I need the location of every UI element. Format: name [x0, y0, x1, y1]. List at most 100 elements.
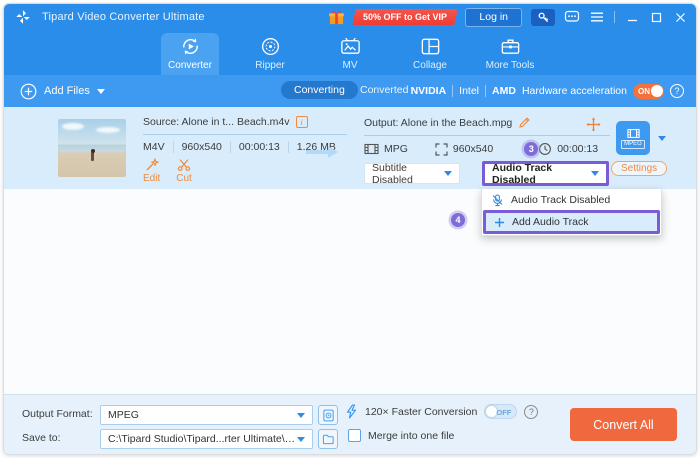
add-files-button[interactable]: Add Files	[20, 75, 105, 107]
window-controls	[627, 12, 686, 23]
feedback-icon[interactable]	[564, 9, 580, 25]
subtitle-dropdown[interactable]: Subtitle Disabled	[364, 161, 460, 186]
intel-label: Intel	[459, 85, 480, 97]
minimize-icon[interactable]	[627, 12, 638, 23]
merge-checkbox[interactable]	[348, 429, 361, 442]
converting-tab[interactable]: Converting	[281, 81, 358, 99]
converter-icon	[182, 38, 198, 55]
add-files-label: Add Files	[44, 85, 90, 97]
tab-ripper[interactable]: Ripper	[241, 33, 299, 75]
output-format-select[interactable]: MPEG	[100, 405, 313, 425]
output-profile-button[interactable]: MPEG	[616, 121, 650, 155]
edit-button[interactable]: Edit	[143, 158, 160, 184]
menu-item-label: Audio Track Disabled	[511, 194, 611, 206]
source-resolution: 960x540	[182, 141, 231, 153]
mv-icon	[340, 37, 360, 54]
expand-corners-icon	[435, 142, 448, 156]
subtitle-dropdown-value: Subtitle Disabled	[372, 161, 413, 186]
converted-tab[interactable]: Converted	[360, 84, 408, 96]
move-arrows-icon[interactable]	[586, 117, 601, 132]
film-strip-icon	[626, 128, 640, 138]
tab-more-tools-label: More Tools	[485, 60, 535, 71]
ripper-icon	[261, 37, 279, 56]
main-tabs: Converter Ripper MV Collage More Tools	[4, 30, 696, 75]
cut-label: Cut	[176, 173, 192, 184]
output-format-value: MPEG	[108, 409, 139, 421]
profile-settings-button[interactable]	[318, 405, 338, 425]
tab-ripper-label: Ripper	[255, 60, 285, 71]
help-icon[interactable]: ?	[670, 84, 684, 98]
hw-divider	[452, 85, 454, 97]
chevron-down-icon	[297, 436, 305, 442]
more-tools-icon	[501, 39, 519, 54]
media-file-row[interactable]: Source: Alone in t... Beach.m4v i M4V 96…	[4, 107, 696, 189]
hw-divider	[485, 85, 487, 97]
scissors-icon	[177, 159, 191, 172]
output-format-label: Output Format:	[22, 408, 93, 420]
help-icon[interactable]: ?	[524, 404, 539, 419]
save-to-select[interactable]: C:\Tipard Studio\Tipard...rter Ultimate\…	[100, 429, 313, 449]
divider	[364, 135, 610, 136]
source-duration: 00:00:13	[239, 141, 289, 153]
convert-all-button[interactable]: Convert All	[570, 408, 677, 441]
tab-more-tools[interactable]: More Tools	[481, 33, 539, 75]
gift-icon[interactable]	[328, 9, 345, 26]
chevron-down-icon	[96, 88, 105, 94]
vip-offer-badge[interactable]: 50% OFF to Get VIP	[352, 9, 459, 25]
tab-converter[interactable]: Converter	[161, 33, 219, 75]
profile-format-label: MPEG	[621, 139, 645, 149]
chevron-down-icon[interactable]	[658, 136, 666, 141]
tab-collage-label: Collage	[413, 60, 447, 71]
settings-button[interactable]: Settings	[611, 161, 668, 176]
output-meta: MPG 960x540 3 00:00:13	[364, 142, 614, 156]
audio-track-dropdown-value: Audio Track Disabled	[492, 161, 553, 186]
open-folder-icon	[322, 434, 334, 445]
chevron-down-icon	[591, 171, 599, 176]
merge-group: Merge into one file	[348, 429, 454, 442]
magic-wand-icon	[146, 158, 159, 171]
key-icon	[538, 12, 548, 22]
tipard-logo-icon	[16, 10, 30, 24]
video-thumbnail	[58, 119, 126, 177]
toggle-on-label: ON	[638, 86, 650, 96]
menu-item-add-audio-track[interactable]: Add Audio Track	[483, 210, 660, 234]
output-duration[interactable]: 00:00:13	[557, 143, 598, 155]
menu-item-audio-disabled[interactable]: Audio Track Disabled	[483, 190, 660, 210]
edit-label: Edit	[143, 173, 161, 184]
faster-conversion-toggle[interactable]: OFF	[484, 404, 518, 419]
film-strip-icon	[364, 143, 379, 155]
close-icon[interactable]	[675, 12, 686, 23]
app-title: Tipard Video Converter Ultimate	[42, 11, 205, 23]
titlebar-divider	[614, 11, 615, 23]
profile-block: MPEG Settings	[611, 121, 688, 176]
output-title: Output: Alone in the Beach.mpg	[364, 116, 513, 129]
chevron-down-icon	[444, 171, 452, 176]
login-button[interactable]: Log in	[465, 7, 522, 27]
tab-mv-label: MV	[342, 60, 358, 71]
titlebar: Tipard Video Converter Ultimate 50% OFF …	[4, 4, 696, 30]
collage-icon	[421, 38, 439, 55]
cut-button[interactable]: Cut	[176, 158, 192, 184]
tab-mv[interactable]: MV	[321, 33, 379, 75]
output-selects: Subtitle Disabled Audio Track Disabled	[364, 161, 614, 189]
open-folder-button[interactable]	[318, 429, 338, 449]
maximize-icon[interactable]	[651, 12, 662, 23]
output-resolution: 960x540	[452, 143, 494, 155]
save-to-label: Save to:	[22, 432, 61, 444]
chevron-down-icon	[297, 412, 305, 418]
register-key-button[interactable]	[531, 8, 555, 26]
file-list-area: Audio Track Disabled Add Audio Track 4	[4, 189, 696, 394]
info-icon[interactable]: i	[295, 116, 308, 128]
hardware-acceleration-label: Hardware acceleration	[521, 85, 627, 97]
tab-collage[interactable]: Collage	[401, 33, 459, 75]
rename-pencil-icon[interactable]	[518, 116, 531, 129]
output-info: Output: Alone in the Beach.mpg MPG 960x5…	[364, 116, 614, 189]
amd-label: AMD	[492, 85, 516, 97]
menu-icon[interactable]	[589, 9, 605, 25]
nvidia-label: NVIDIA	[410, 85, 447, 97]
toggle-knob	[650, 85, 663, 97]
hardware-acceleration-toggle[interactable]: ON	[633, 83, 664, 99]
audio-track-dropdown[interactable]: Audio Track Disabled	[482, 161, 609, 186]
faster-conversion-label: 120× Faster Conversion	[365, 405, 478, 418]
save-to-value: C:\Tipard Studio\Tipard...rter Ultimate\…	[108, 433, 297, 445]
